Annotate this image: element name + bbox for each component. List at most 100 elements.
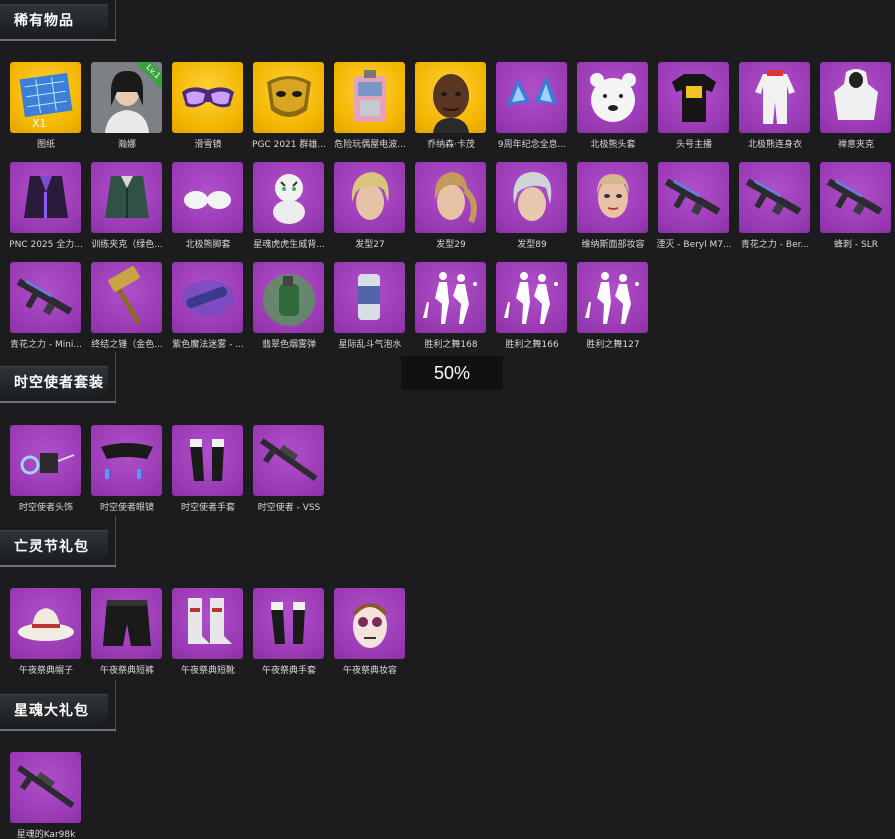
item-card[interactable]: 胜利之舞166: [496, 262, 570, 352]
item-card[interactable]: 午夜祭典帽子: [10, 588, 84, 678]
item-tile[interactable]: [10, 262, 81, 333]
item-card[interactable]: 北极熊连身衣: [739, 62, 813, 152]
item-tile[interactable]: [496, 162, 567, 233]
item-tile[interactable]: [172, 588, 243, 659]
section-header-rare-items: 稀有物品: [0, 0, 116, 42]
item-tile[interactable]: [10, 162, 81, 233]
item-card[interactable]: 训练夹克（绿色...: [91, 162, 165, 252]
item-card[interactable]: 青花之力 - Mini...: [10, 262, 84, 352]
item-card[interactable]: 时空使者眼镜: [91, 425, 165, 515]
item-tile[interactable]: [658, 62, 729, 133]
item-label: PNC 2025 全力...: [9, 240, 83, 250]
item-tile[interactable]: [658, 162, 729, 233]
item-card[interactable]: 青花之力 - Ber...: [739, 162, 813, 252]
item-card[interactable]: 午夜祭典手套: [253, 588, 327, 678]
item-card[interactable]: 胜利之舞127: [577, 262, 651, 352]
item-tile[interactable]: [334, 62, 405, 133]
item-tile[interactable]: [496, 262, 567, 333]
item-tile[interactable]: [91, 262, 162, 333]
divider: [115, 352, 116, 404]
item-tile[interactable]: [739, 162, 810, 233]
item-tile[interactable]: [820, 162, 891, 233]
item-tile[interactable]: [415, 162, 486, 233]
item-tile[interactable]: [10, 752, 81, 823]
item-label: 星际乱斗气泡水: [338, 340, 402, 350]
item-tile[interactable]: [10, 588, 81, 659]
item-card[interactable]: 时空使者手套: [172, 425, 246, 515]
item-label: 湮灭 - Beryl M7...: [656, 240, 732, 250]
item-tile[interactable]: [577, 162, 648, 233]
item-card[interactable]: 时空使者 - VSS: [253, 425, 327, 515]
item-tile[interactable]: [253, 62, 324, 133]
item-card[interactable]: 星魂虎虎生威背...: [253, 162, 327, 252]
section-title: 亡灵节礼包: [14, 539, 89, 555]
item-card[interactable]: 时空使者头饰: [10, 425, 84, 515]
item-tile[interactable]: [172, 162, 243, 233]
item-label: 星魂虎虎生威背...: [253, 240, 325, 250]
item-tile[interactable]: [496, 62, 567, 133]
item-card[interactable]: 翡翠色烟雾弹: [253, 262, 327, 352]
item-tile[interactable]: Lv.1: [91, 62, 162, 133]
item-label: PGC 2021 群雄...: [252, 140, 326, 150]
item-tile[interactable]: [820, 62, 891, 133]
item-tile[interactable]: [253, 262, 324, 333]
item-tile[interactable]: [577, 62, 648, 133]
item-label: 滑雪镜: [194, 140, 222, 150]
item-card[interactable]: 午夜祭典妆容: [334, 588, 408, 678]
item-tile[interactable]: [91, 425, 162, 496]
item-tile[interactable]: X1: [10, 62, 81, 133]
item-card[interactable]: PGC 2021 群雄...: [252, 62, 327, 152]
item-label: 头号主播: [675, 140, 712, 150]
item-label: 午夜祭典妆容: [342, 666, 397, 676]
item-tile[interactable]: [172, 262, 243, 333]
item-card[interactable]: 北极熊头套: [577, 62, 651, 152]
item-tile[interactable]: [91, 588, 162, 659]
item-tile[interactable]: [91, 162, 162, 233]
item-card[interactable]: 滑雪镜: [172, 62, 246, 152]
section-header-day-of-dead-pack: 亡灵节礼包: [0, 516, 116, 568]
item-tile[interactable]: [739, 62, 810, 133]
item-card[interactable]: 午夜祭典短靴: [172, 588, 246, 678]
item-tile[interactable]: [334, 162, 405, 233]
item-card[interactable]: 9周年纪念全息...: [496, 62, 570, 152]
item-label: 9周年纪念全息...: [497, 140, 567, 150]
item-tile[interactable]: [334, 588, 405, 659]
item-label: 青花之力 - Mini...: [9, 340, 83, 350]
item-card[interactable]: 发型27: [334, 162, 408, 252]
item-label: 时空使者手套: [180, 503, 235, 513]
item-tile[interactable]: [253, 425, 324, 496]
item-card[interactable]: Lv.1 瀚娜: [91, 62, 165, 152]
progress-indicator: 50%: [401, 356, 503, 390]
item-tile[interactable]: [172, 425, 243, 496]
item-card[interactable]: 危险玩偶屋电波...: [334, 62, 408, 152]
item-card[interactable]: 星魂的Kar98k: [10, 752, 84, 839]
item-card[interactable]: 北极熊脚套: [172, 162, 246, 252]
item-label: 时空使者眼镜: [99, 503, 154, 513]
item-card[interactable]: 蜂刺 - SLR: [820, 162, 894, 252]
item-card[interactable]: 乔纳森·卡茂: [415, 62, 489, 152]
item-card[interactable]: 禅意夹克: [820, 62, 894, 152]
item-card[interactable]: 发型29: [415, 162, 489, 252]
item-card[interactable]: 胜利之舞168: [415, 262, 489, 352]
item-card[interactable]: X1 图纸: [10, 62, 84, 152]
item-card[interactable]: 紫色魔法迷雾 - ...: [172, 262, 246, 352]
item-tile[interactable]: [253, 588, 324, 659]
item-label: 瀚娜: [117, 140, 136, 150]
item-card[interactable]: PNC 2025 全力...: [9, 162, 84, 252]
item-card[interactable]: 星际乱斗气泡水: [334, 262, 408, 352]
item-tile[interactable]: [253, 162, 324, 233]
item-card[interactable]: 午夜祭典短裤: [91, 588, 165, 678]
item-tile[interactable]: [334, 262, 405, 333]
item-card[interactable]: 湮灭 - Beryl M7...: [656, 162, 732, 252]
item-tile[interactable]: [415, 262, 486, 333]
item-card[interactable]: 头号主播: [658, 62, 732, 152]
item-label: 胜利之舞166: [505, 340, 559, 350]
item-tile[interactable]: [415, 62, 486, 133]
item-tile[interactable]: [10, 425, 81, 496]
item-card[interactable]: 终结之锤（金色...: [91, 262, 165, 352]
item-card[interactable]: 维纳斯面部妆容: [577, 162, 651, 252]
item-label: 星魂的Kar98k: [16, 830, 76, 839]
item-tile[interactable]: [172, 62, 243, 133]
item-card[interactable]: 发型89: [496, 162, 570, 252]
item-tile[interactable]: [577, 262, 648, 333]
